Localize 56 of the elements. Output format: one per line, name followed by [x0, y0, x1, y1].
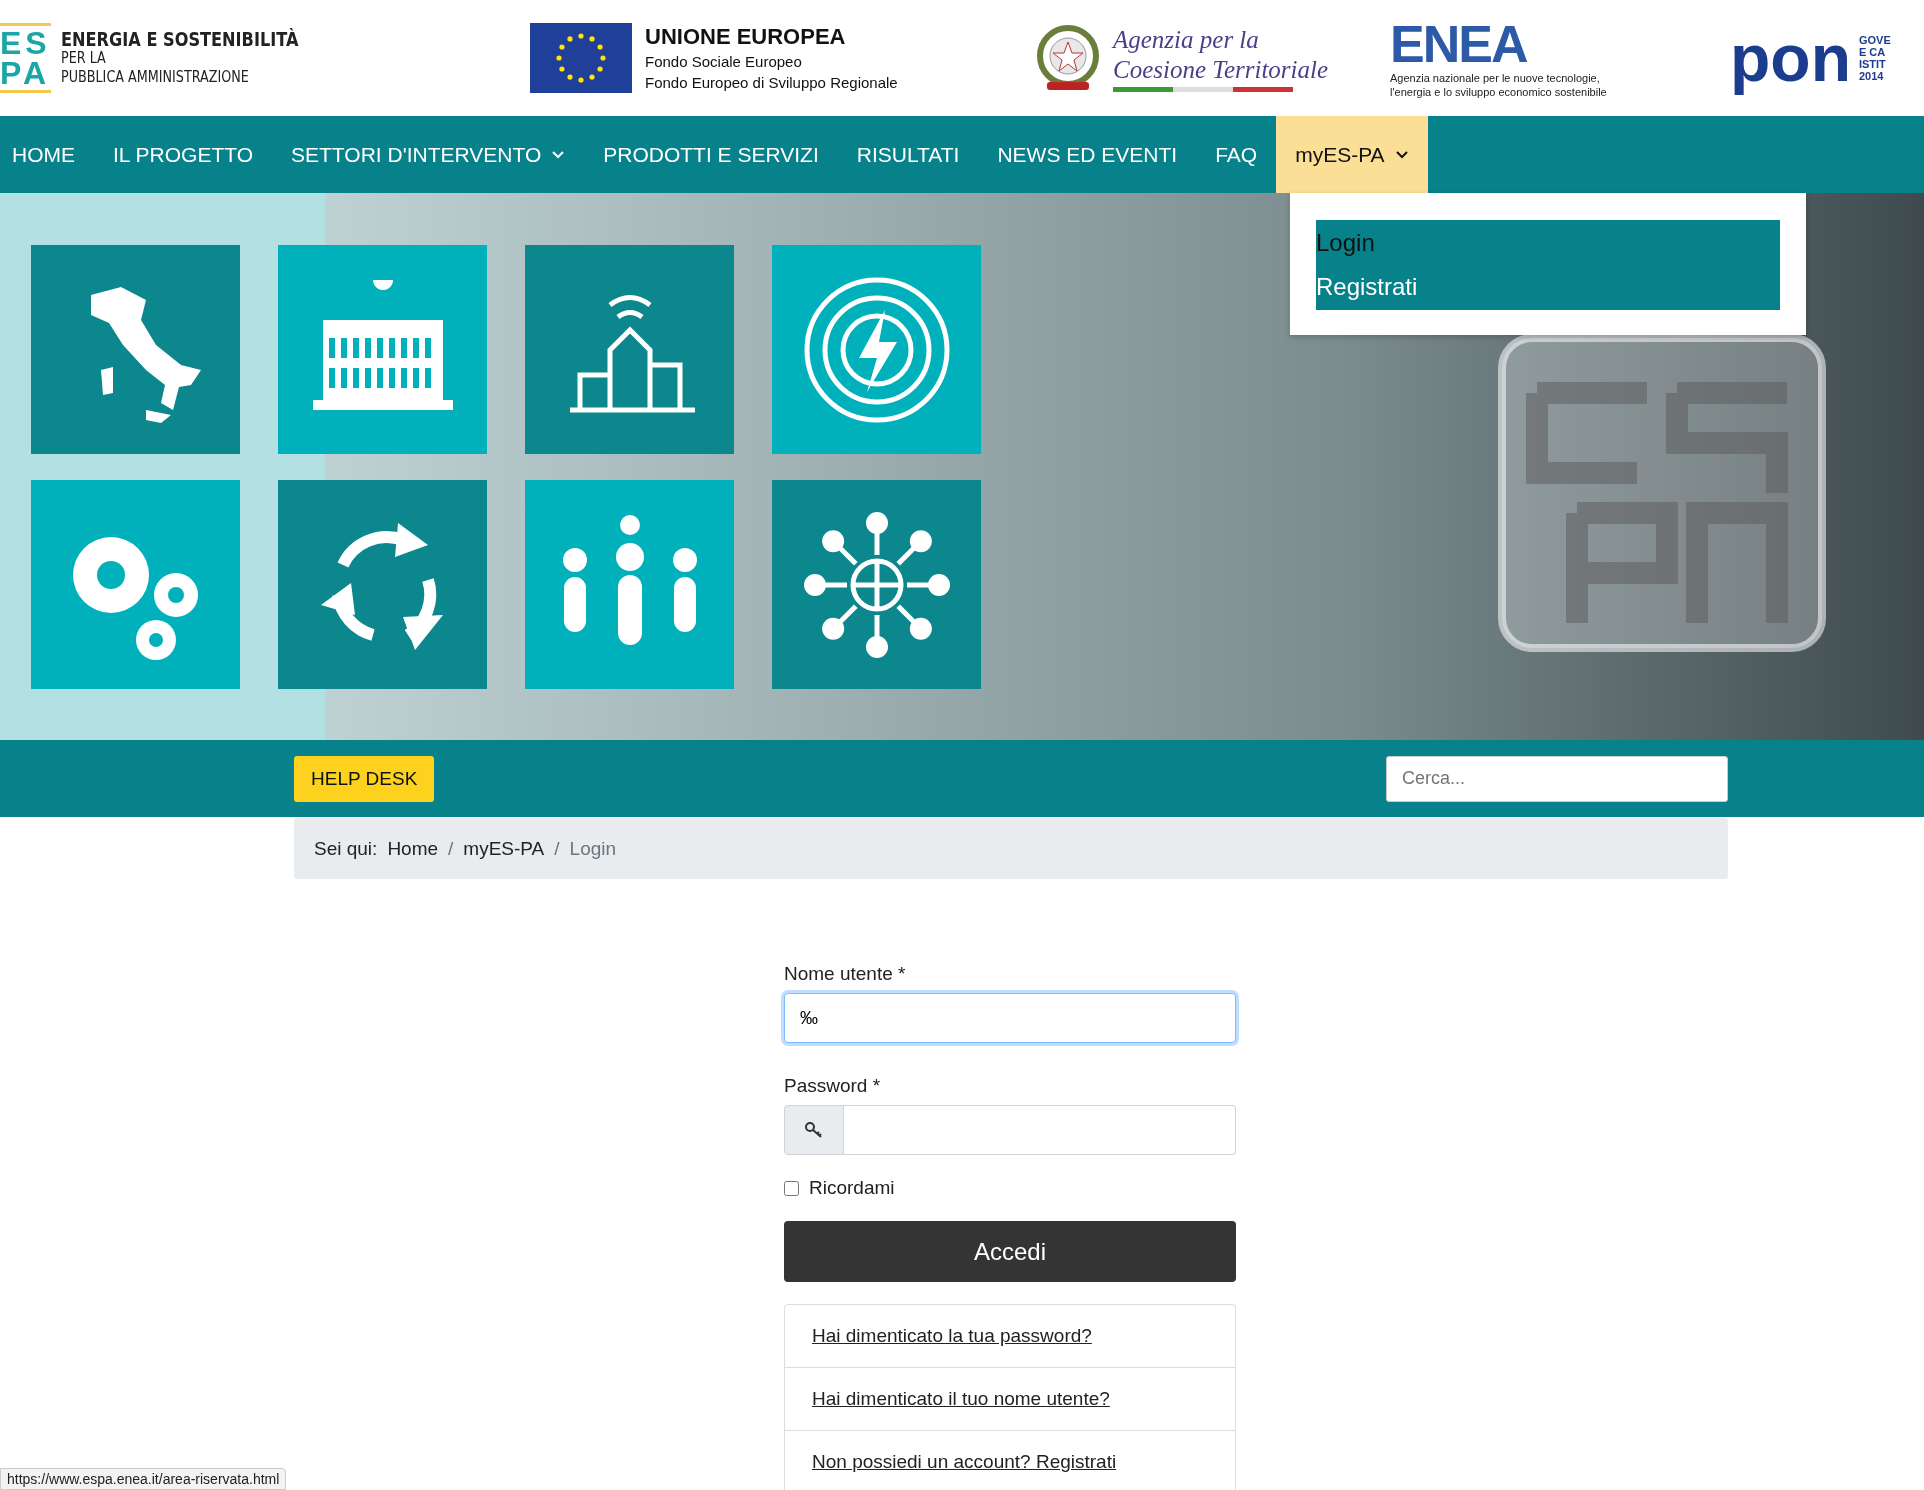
logo-text: Agenzia nazionale per le nuove tecnologie, — [1390, 71, 1600, 85]
breadcrumb-separator: / — [448, 837, 454, 860]
remember-checkbox[interactable] — [784, 1180, 799, 1196]
logo-text: ENERGIA E SOSTENIBILITÀ — [60, 29, 299, 49]
breadcrumb-link[interactable]: Home — [387, 837, 439, 860]
field-label: Password * — [784, 1075, 882, 1097]
logo-text: 2014 — [1858, 70, 1885, 82]
logo-text: l'energia e lo sviluppo economico sostenibile — [1390, 85, 1607, 99]
help-link[interactable]: Non possiedi un account? Registrati — [812, 1451, 1117, 1473]
espa-logo-mark: ES PA — [0, 23, 51, 93]
nav-link[interactable]: FAQ — [1196, 116, 1277, 193]
breadcrumb-link[interactable]: myES-PA — [463, 837, 545, 860]
breadcrumb-current: Login — [569, 837, 617, 860]
checkbox-label: Ricordami — [809, 1177, 895, 1199]
breadcrumb-label: Sei qui: — [314, 837, 378, 860]
pon-logo: pon — [1730, 20, 1851, 97]
category-tile[interactable] — [31, 480, 240, 689]
username-field[interactable]: ‰ — [784, 993, 1236, 1043]
category-tile[interactable] — [525, 245, 734, 454]
logo-text: PUBBLICA AMMINISTRAZIONE — [60, 67, 250, 87]
logo-text: E CA — [1858, 46, 1887, 58]
logo-text: Coesione Territoriale — [1113, 54, 1329, 85]
logo-text: PER LA — [60, 48, 107, 68]
search-field[interactable]: Cerca... — [1386, 755, 1728, 802]
nav-link[interactable]: IL PROGETTO — [94, 116, 273, 193]
field-label: Nome utente * — [784, 963, 907, 985]
menu-item[interactable]: Login — [1316, 221, 1780, 265]
breadcrumb-separator: / — [554, 837, 560, 860]
nav-link[interactable]: SETTORI D'INTERVENTO — [272, 116, 585, 193]
status-url: https://www.espa.enea.it/area-riservata.html — [0, 1468, 287, 1490]
logo-text: Fondo Sociale Europeo — [645, 52, 803, 72]
category-tile[interactable] — [278, 245, 487, 454]
login-button[interactable]: Accedi — [784, 1221, 1236, 1282]
password-field[interactable] — [844, 1105, 1236, 1155]
nav-link[interactable]: HOME — [0, 116, 94, 193]
help-link[interactable]: Hai dimenticato la tua password? — [812, 1325, 1092, 1347]
help-desk-button[interactable]: HELP DESK — [294, 755, 435, 802]
logo-text: ISTIT — [1858, 58, 1887, 70]
nav-link[interactable]: myES-PA — [1276, 116, 1428, 193]
category-tile[interactable] — [525, 480, 734, 689]
logo-text: GOVE — [1858, 34, 1891, 46]
category-tile[interactable] — [31, 245, 240, 454]
logo-text: Fondo Europeo di Sviluppo Regionale — [645, 73, 898, 93]
category-tile[interactable] — [772, 480, 981, 689]
help-link[interactable]: Hai dimenticato il tuo nome utente? — [812, 1388, 1110, 1410]
nav-link[interactable]: PRODOTTI E SERVIZI — [584, 116, 838, 193]
nav-link[interactable]: RISULTATI — [837, 116, 979, 193]
enea-logo: ENEA — [1390, 17, 1527, 71]
key-icon — [804, 1121, 824, 1139]
logo-text: Agenzia per la — [1113, 24, 1260, 55]
menu-item[interactable]: Registrati — [1316, 265, 1780, 309]
logo-title: UNIONE EUROPEA — [645, 23, 847, 51]
eu-flag-icon — [530, 23, 632, 93]
category-tile[interactable] — [278, 480, 487, 689]
nav-link[interactable]: NEWS ED EVENTI — [978, 116, 1197, 193]
category-tile[interactable] — [772, 245, 981, 454]
